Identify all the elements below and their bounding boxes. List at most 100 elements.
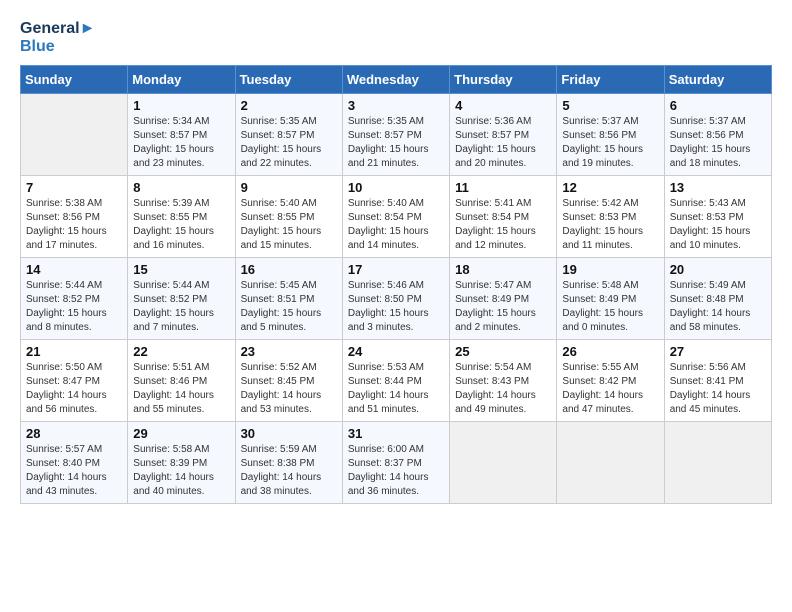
day-info: Sunrise: 5:54 AMSunset: 8:43 PMDaylight:… <box>455 361 551 417</box>
day-info: Sunrise: 5:47 AMSunset: 8:49 PMDaylight:… <box>455 279 551 335</box>
calendar-cell: 15 Sunrise: 5:44 AMSunset: 8:52 PMDayligh… <box>128 258 235 340</box>
day-number: 11 <box>455 180 551 195</box>
calendar-cell: 5Sunrise: 5:37 AMSunset: 8:56 PMDaylight… <box>557 94 664 176</box>
day-number: 23 <box>241 344 337 359</box>
calendar-cell: 24Sunrise: 5:53 AMSunset: 8:44 PMDayligh… <box>342 340 449 422</box>
day-number: 24 <box>348 344 444 359</box>
day-info: Sunrise: 5:35 AMSunset: 8:57 PMDaylight:… <box>348 115 444 171</box>
day-number: 30 <box>241 426 337 441</box>
weekday-header: Friday <box>557 66 664 94</box>
calendar-cell: 6 Sunrise: 5:37 AMSunset: 8:56 PMDaylight… <box>664 94 771 176</box>
day-info: Sunrise: 5:57 AMSunset: 8:40 PMDaylight:… <box>26 443 122 499</box>
day-info: Sunrise: 5:50 AMSunset: 8:47 PMDaylight:… <box>26 361 122 417</box>
day-number: 9 <box>241 180 337 195</box>
day-info: Sunrise: 5:37 AMSunset: 8:56 PMDaylight:… <box>562 115 658 171</box>
calendar-cell: 18 Sunrise: 5:47 AMSunset: 8:49 PMDayligh… <box>450 258 557 340</box>
calendar-cell: 21 Sunrise: 5:50 AMSunset: 8:47 PMDayligh… <box>21 340 128 422</box>
day-number: 16 <box>241 262 337 277</box>
calendar-cell: 9 Sunrise: 5:40 AMSunset: 8:55 PMDaylight… <box>235 176 342 258</box>
page-header: General► Blue <box>20 20 772 55</box>
day-number: 2 <box>241 98 337 113</box>
day-info: Sunrise: 5:37 AMSunset: 8:56 PMDaylight:… <box>670 115 766 171</box>
weekday-header: Tuesday <box>235 66 342 94</box>
day-info: Sunrise: 5:42 AMSunset: 8:53 PMDaylight:… <box>562 197 658 253</box>
day-number: 14 <box>26 262 122 277</box>
day-info: Sunrise: 5:51 AMSunset: 8:46 PMDaylight:… <box>133 361 229 417</box>
calendar-cell: 19 Sunrise: 5:48 AMSunset: 8:49 PMDayligh… <box>557 258 664 340</box>
calendar-cell: 23 Sunrise: 5:52 AMSunset: 8:45 PMDayligh… <box>235 340 342 422</box>
day-info: Sunrise: 5:52 AMSunset: 8:45 PMDaylight:… <box>241 361 337 417</box>
day-number: 4 <box>455 98 551 113</box>
day-number: 29 <box>133 426 229 441</box>
calendar-cell: 1 Sunrise: 5:34 AMSunset: 8:57 PMDaylight… <box>128 94 235 176</box>
day-info: Sunrise: 5:39 AMSunset: 8:55 PMDaylight:… <box>133 197 229 253</box>
day-number: 25 <box>455 344 551 359</box>
day-info: Sunrise: 5:40 AMSunset: 8:55 PMDaylight:… <box>241 197 337 253</box>
weekday-header-row: SundayMondayTuesdayWednesdayThursdayFrid… <box>21 66 772 94</box>
day-number: 19 <box>562 262 658 277</box>
calendar-cell: 25 Sunrise: 5:54 AMSunset: 8:43 PMDayligh… <box>450 340 557 422</box>
calendar-cell: 22 Sunrise: 5:51 AMSunset: 8:46 PMDayligh… <box>128 340 235 422</box>
calendar-cell: 30 Sunrise: 5:59 AMSunset: 8:38 PMDayligh… <box>235 422 342 504</box>
calendar-cell: 14 Sunrise: 5:44 AMSunset: 8:52 PMDayligh… <box>21 258 128 340</box>
day-info: Sunrise: 5:36 AMSunset: 8:57 PMDaylight:… <box>455 115 551 171</box>
day-number: 27 <box>670 344 766 359</box>
day-info: Sunrise: 5:45 AMSunset: 8:51 PMDaylight:… <box>241 279 337 335</box>
calendar-cell <box>21 94 128 176</box>
weekday-header: Thursday <box>450 66 557 94</box>
day-number: 1 <box>133 98 229 113</box>
day-number: 28 <box>26 426 122 441</box>
day-number: 13 <box>670 180 766 195</box>
day-number: 17 <box>348 262 444 277</box>
calendar-cell: 4 Sunrise: 5:36 AMSunset: 8:57 PMDaylight… <box>450 94 557 176</box>
calendar-cell <box>664 422 771 504</box>
logo-container: General► Blue <box>20 20 95 55</box>
calendar-cell: 3 Sunrise: 5:35 AMSunset: 8:57 PMDaylight… <box>342 94 449 176</box>
calendar-cell: 29 Sunrise: 5:58 AMSunset: 8:39 PMDayligh… <box>128 422 235 504</box>
calendar-cell: 27 Sunrise: 5:56 AMSunset: 8:41 PMDayligh… <box>664 340 771 422</box>
day-number: 3 <box>348 98 444 113</box>
weekday-header: Wednesday <box>342 66 449 94</box>
day-number: 10 <box>348 180 444 195</box>
day-info: Sunrise: 5:49 AMSunset: 8:48 PMDaylight:… <box>670 279 766 335</box>
day-number: 21 <box>26 344 122 359</box>
day-number: 12 <box>562 180 658 195</box>
day-number: 15 <box>133 262 229 277</box>
weekday-header: Saturday <box>664 66 771 94</box>
day-info: Sunrise: 5:34 AMSunset: 8:57 PMDaylight:… <box>133 115 229 171</box>
day-number: 8 <box>133 180 229 195</box>
calendar-cell: 2 Sunrise: 5:35 AMSunset: 8:57 PMDaylight… <box>235 94 342 176</box>
weekday-header: Monday <box>128 66 235 94</box>
day-number: 6 <box>670 98 766 113</box>
calendar-week-row: 1 Sunrise: 5:34 AMSunset: 8:57 PMDaylight… <box>21 94 772 176</box>
logo-text-blue: Blue <box>20 38 95 56</box>
day-number: 18 <box>455 262 551 277</box>
calendar-cell: 17 Sunrise: 5:46 AMSunset: 8:50 PMDayligh… <box>342 258 449 340</box>
day-info: Sunrise: 5:43 AMSunset: 8:53 PMDaylight:… <box>670 197 766 253</box>
calendar-table: SundayMondayTuesdayWednesdayThursdayFrid… <box>20 65 772 504</box>
day-info: Sunrise: 5:35 AMSunset: 8:57 PMDaylight:… <box>241 115 337 171</box>
day-info: Sunrise: 5:55 AMSunset: 8:42 PMDaylight:… <box>562 361 658 417</box>
day-number: 20 <box>670 262 766 277</box>
day-number: 7 <box>26 180 122 195</box>
calendar-cell: 16 Sunrise: 5:45 AMSunset: 8:51 PMDayligh… <box>235 258 342 340</box>
day-info: Sunrise: 6:00 AMSunset: 8:37 PMDaylight:… <box>348 443 444 499</box>
calendar-cell <box>557 422 664 504</box>
day-info: Sunrise: 5:40 AMSunset: 8:54 PMDaylight:… <box>348 197 444 253</box>
day-info: Sunrise: 5:44 AMSunset: 8:52 PMDaylight:… <box>26 279 122 335</box>
day-info: Sunrise: 5:56 AMSunset: 8:41 PMDaylight:… <box>670 361 766 417</box>
day-info: Sunrise: 5:44 AMSunset: 8:52 PMDaylight:… <box>133 279 229 335</box>
day-info: Sunrise: 5:58 AMSunset: 8:39 PMDaylight:… <box>133 443 229 499</box>
day-info: Sunrise: 5:59 AMSunset: 8:38 PMDaylight:… <box>241 443 337 499</box>
day-info: Sunrise: 5:46 AMSunset: 8:50 PMDaylight:… <box>348 279 444 335</box>
day-info: Sunrise: 5:38 AMSunset: 8:56 PMDaylight:… <box>26 197 122 253</box>
day-number: 22 <box>133 344 229 359</box>
calendar-cell: 11Sunrise: 5:41 AMSunset: 8:54 PMDayligh… <box>450 176 557 258</box>
day-number: 31 <box>348 426 444 441</box>
calendar-week-row: 7 Sunrise: 5:38 AMSunset: 8:56 PMDaylight… <box>21 176 772 258</box>
calendar-cell: 7 Sunrise: 5:38 AMSunset: 8:56 PMDaylight… <box>21 176 128 258</box>
calendar-cell: 28 Sunrise: 5:57 AMSunset: 8:40 PMDayligh… <box>21 422 128 504</box>
calendar-week-row: 28 Sunrise: 5:57 AMSunset: 8:40 PMDayligh… <box>21 422 772 504</box>
day-info: Sunrise: 5:48 AMSunset: 8:49 PMDaylight:… <box>562 279 658 335</box>
calendar-cell: 13 Sunrise: 5:43 AMSunset: 8:53 PMDayligh… <box>664 176 771 258</box>
